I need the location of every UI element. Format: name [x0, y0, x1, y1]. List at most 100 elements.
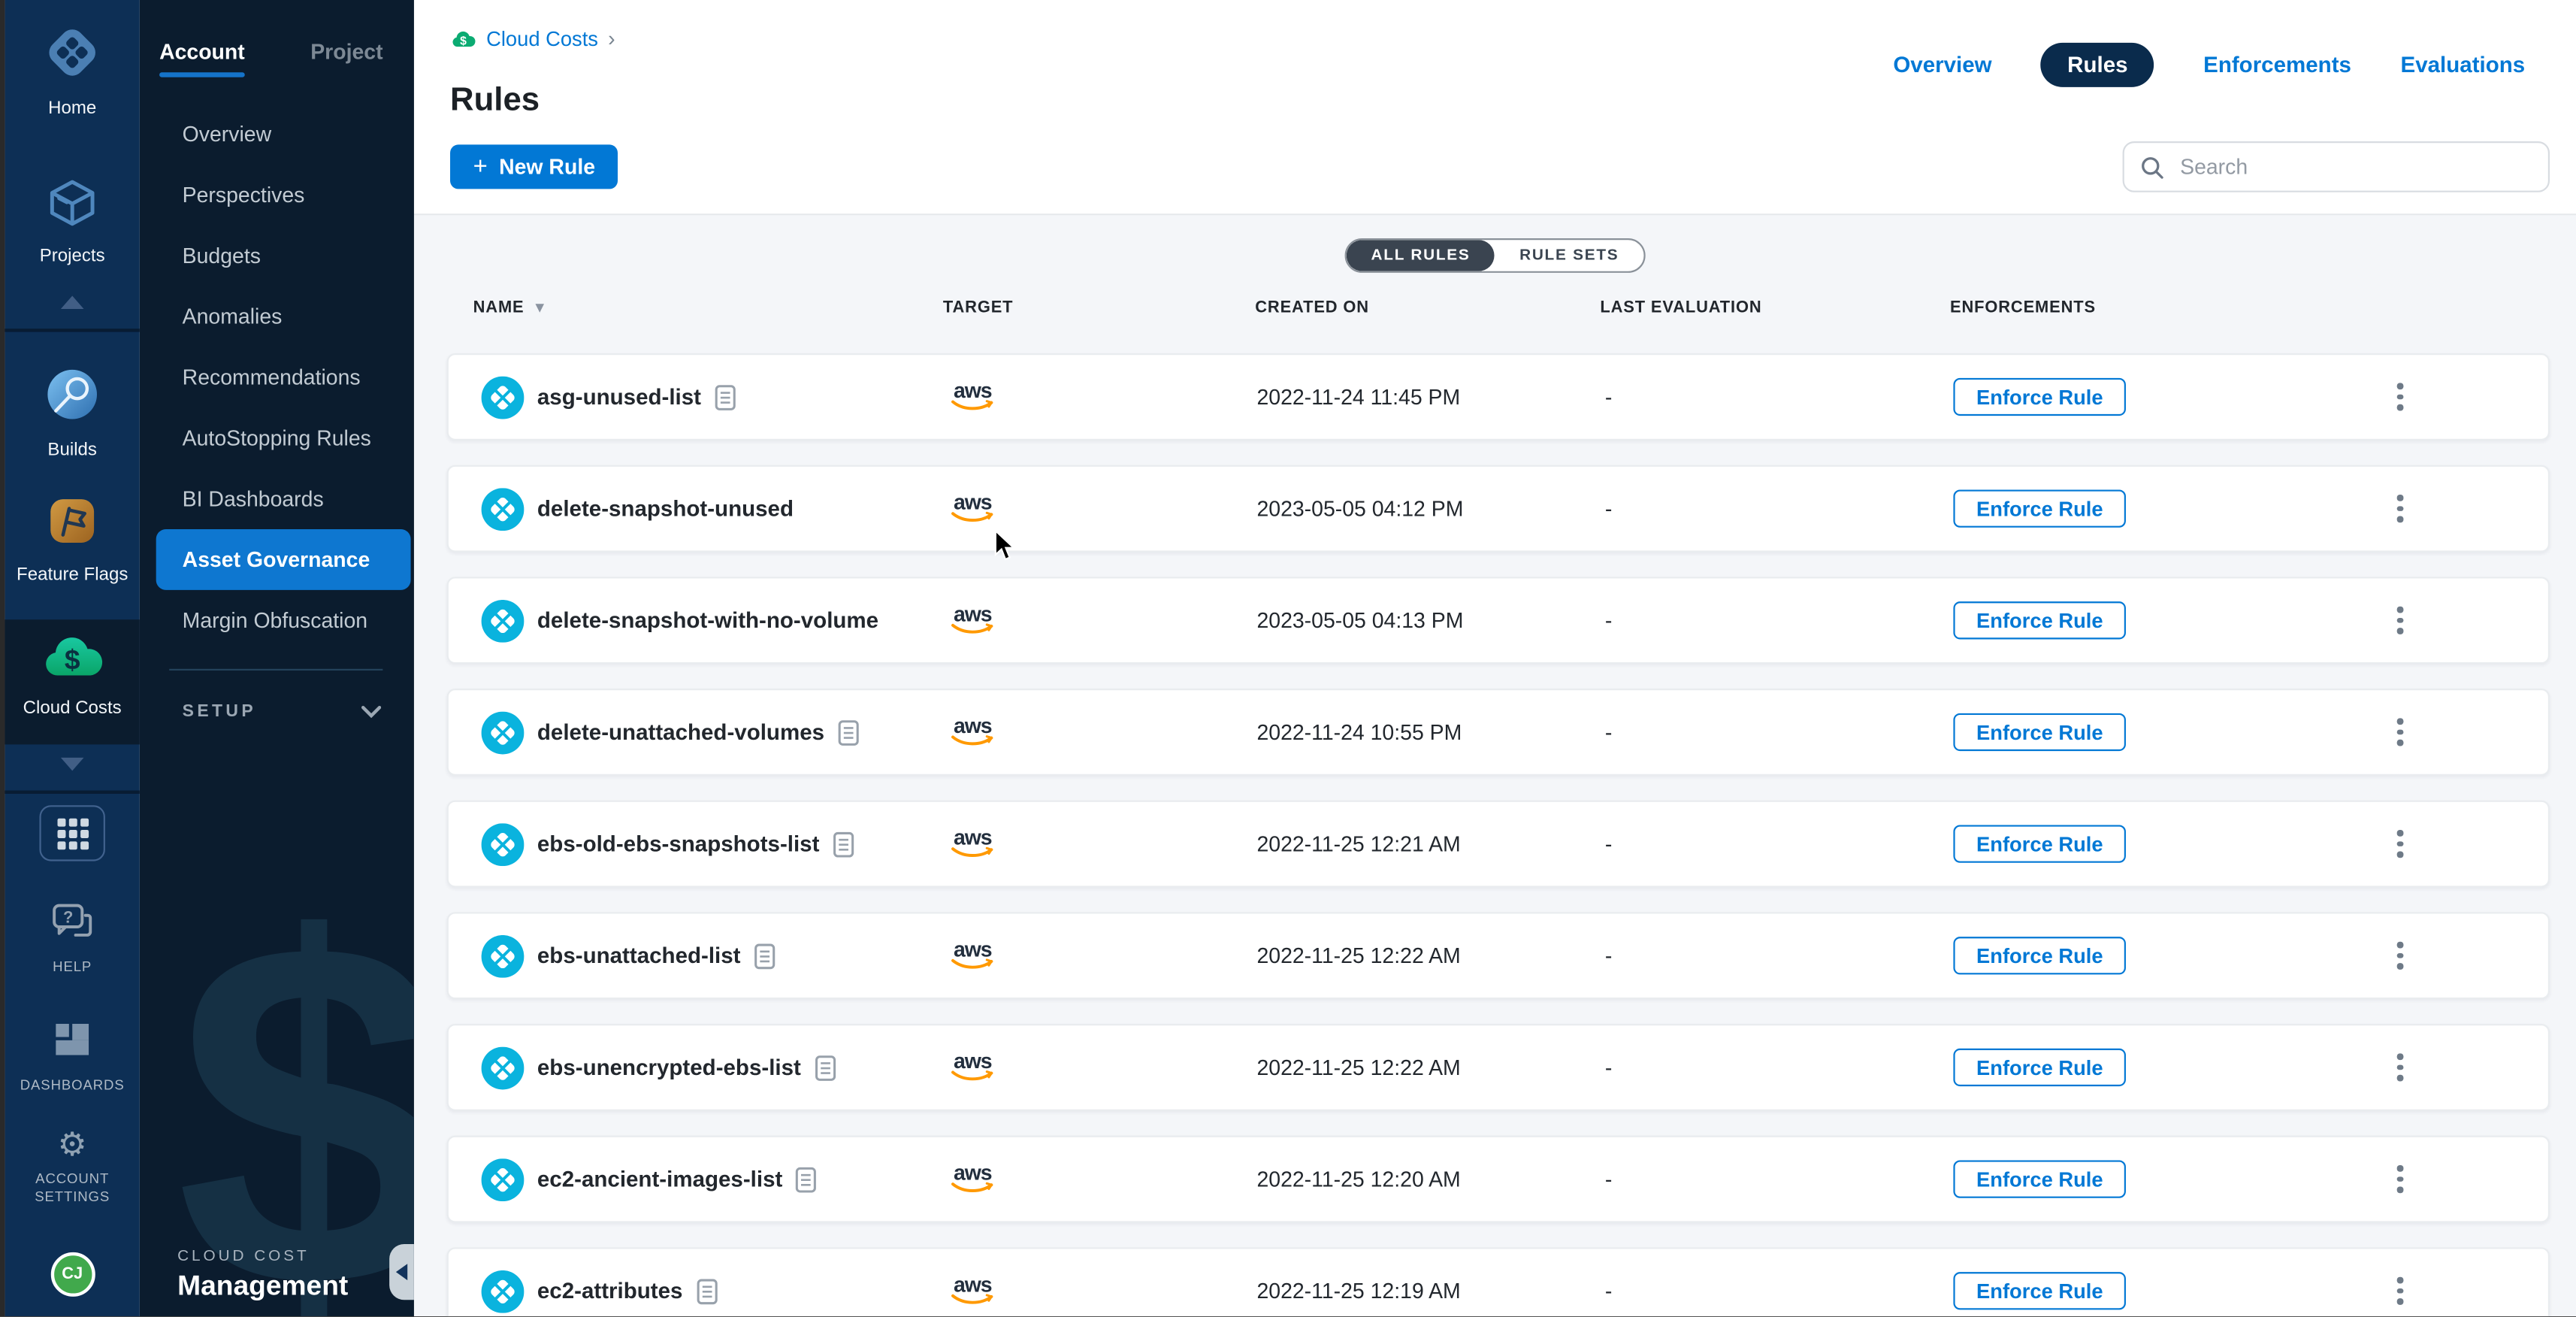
table-header-row: NAME▼ TARGET CREATED ON LAST EVALUATION …: [414, 299, 2576, 322]
enforce-rule-button[interactable]: Enforce Rule: [1953, 601, 2126, 639]
feature-flags-icon: [44, 493, 100, 549]
kebab-menu-icon[interactable]: [2390, 601, 2409, 641]
setup-section-toggle[interactable]: SETUP: [183, 702, 382, 722]
new-rule-button[interactable]: + New Rule: [450, 144, 618, 189]
rule-harness-icon: [482, 487, 525, 530]
rule-name[interactable]: ebs-unencrypted-ebs-list: [537, 1055, 801, 1080]
breadcrumb-link-cloud-costs[interactable]: Cloud Costs: [486, 27, 598, 50]
module-nav-item-label: Perspectives: [183, 183, 305, 207]
rule-row[interactable]: ebs-unencrypted-ebs-list aws 2022-11-25 …: [447, 1024, 2550, 1111]
enforce-rule-button[interactable]: Enforce Rule: [1953, 1160, 2126, 1197]
tab-enforcements[interactable]: Enforcements: [2203, 52, 2351, 77]
rule-enforce-cell: Enforce Rule: [1953, 1249, 2126, 1317]
kebab-menu-icon[interactable]: [2390, 936, 2409, 976]
tab-evaluations[interactable]: Evaluations: [2401, 52, 2526, 77]
kebab-menu-icon[interactable]: [2390, 1047, 2409, 1088]
aws-logo-text: aws: [954, 606, 991, 622]
rule-description-icon[interactable]: [838, 719, 859, 745]
rule-description-icon[interactable]: [796, 1166, 817, 1192]
tab-overview[interactable]: Overview: [1893, 52, 1991, 77]
rule-row[interactable]: delete-snapshot-unused aws 2023-05-05 04…: [447, 465, 2550, 553]
toggle-all-rules[interactable]: ALL RULES: [1347, 240, 1495, 271]
rail-collapse-up[interactable]: [5, 296, 140, 309]
search-input[interactable]: [2177, 153, 2532, 180]
rule-name-cell: asg-unused-list: [537, 355, 736, 438]
kebab-menu-icon[interactable]: [2390, 824, 2409, 864]
rule-name[interactable]: ec2-ancient-images-list: [537, 1167, 782, 1191]
rule-created-on: 2022-11-25 12:19 AM: [1256, 1249, 1460, 1317]
rule-description-icon[interactable]: [714, 383, 735, 410]
rule-name[interactable]: ebs-old-ebs-snapshots-list: [537, 831, 820, 856]
kebab-menu-icon[interactable]: [2390, 1159, 2409, 1200]
module-nav-item-asset-governance[interactable]: Asset Governance: [156, 529, 411, 590]
rule-created-on: 2022-11-25 12:20 AM: [1256, 1137, 1460, 1221]
sidebar-item-help[interactable]: ? HELP: [5, 902, 140, 976]
module-nav-item-anomalies[interactable]: Anomalies: [140, 286, 414, 347]
sidebar-collapse-handle[interactable]: [389, 1244, 414, 1300]
module-nav-item-label: Budgets: [183, 244, 261, 268]
module-nav-item-bi-dashboards[interactable]: BI Dashboards: [140, 468, 414, 529]
rule-name[interactable]: ebs-unattached-list: [537, 943, 741, 968]
enforce-rule-button[interactable]: Enforce Rule: [1953, 825, 2126, 862]
module-nav-item-margin-obfuscation[interactable]: Margin Obfuscation: [140, 590, 414, 651]
rule-row[interactable]: delete-snapshot-with-no-volume aws 2023-…: [447, 577, 2550, 664]
rule-description-icon[interactable]: [754, 943, 775, 969]
sidebar-item-home[interactable]: Home: [5, 23, 140, 119]
tab-account[interactable]: Account: [159, 39, 245, 77]
rule-name-cell: ec2-ancient-images-list: [537, 1137, 817, 1221]
rule-name[interactable]: asg-unused-list: [537, 385, 701, 410]
rail-collapse-down[interactable]: [5, 758, 140, 771]
kebab-menu-icon[interactable]: [2390, 712, 2409, 752]
dashboards-icon: [53, 1021, 92, 1060]
rule-description-icon[interactable]: [696, 1278, 717, 1304]
enforce-rule-button[interactable]: Enforce Rule: [1953, 378, 2126, 416]
rule-name[interactable]: ec2-attributes: [537, 1279, 683, 1303]
rule-created-on: 2022-11-24 11:45 PM: [1256, 355, 1460, 438]
kebab-menu-icon[interactable]: [2390, 489, 2409, 529]
breadcrumb-separator: ›: [608, 26, 615, 51]
module-nav-item-budgets[interactable]: Budgets: [140, 226, 414, 286]
rule-name-cell: ec2-attributes: [537, 1249, 717, 1317]
rule-name[interactable]: delete-snapshot-with-no-volume: [537, 608, 878, 633]
enforce-rule-button[interactable]: Enforce Rule: [1953, 1049, 2126, 1086]
enforce-rule-button[interactable]: Enforce Rule: [1953, 489, 2126, 527]
enforce-rule-button[interactable]: Enforce Rule: [1953, 1272, 2126, 1309]
rule-description-icon[interactable]: [833, 831, 854, 857]
module-nav-item-recommendations[interactable]: Recommendations: [140, 347, 414, 407]
sidebar-item-feature-flags[interactable]: Feature Flags: [5, 493, 140, 585]
user-avatar[interactable]: CJ: [5, 1252, 140, 1297]
rule-row[interactable]: delete-unattached-volumes aws 2022-11-24…: [447, 689, 2550, 776]
tab-rules[interactable]: Rules: [2041, 42, 2154, 86]
module-nav-item-overview[interactable]: Overview: [140, 104, 414, 165]
gear-icon: ⚙: [5, 1129, 140, 1162]
rule-name[interactable]: delete-unattached-volumes: [537, 720, 824, 745]
sidebar-item-projects[interactable]: Projects: [5, 174, 140, 266]
enforce-rule-button[interactable]: Enforce Rule: [1953, 937, 2126, 974]
kebab-menu-icon[interactable]: [2390, 1270, 2409, 1311]
rule-row[interactable]: asg-unused-list aws 2022-11-24 11:45 PM …: [447, 353, 2550, 441]
enforce-rule-button[interactable]: Enforce Rule: [1953, 713, 2126, 751]
tab-project[interactable]: Project: [310, 39, 382, 77]
rule-icon-wrap: [482, 802, 525, 886]
sidebar-item-dashboards[interactable]: DASHBOARDS: [5, 1021, 140, 1094]
toggle-rule-sets[interactable]: RULE SETS: [1495, 240, 1643, 271]
module-picker-button[interactable]: [5, 805, 140, 861]
rule-name[interactable]: delete-snapshot-unused: [537, 496, 794, 521]
sidebar-item-account-settings[interactable]: ⚙ ACCOUNT SETTINGS: [5, 1129, 140, 1206]
sidebar-item-cloud-costs[interactable]: $ Cloud Costs: [5, 633, 140, 719]
rule-row[interactable]: ebs-old-ebs-snapshots-list aws 2022-11-2…: [447, 801, 2550, 888]
module-nav-item-perspectives[interactable]: Perspectives: [140, 165, 414, 226]
column-header-name[interactable]: NAME▼: [473, 299, 548, 317]
module-nav-item-autostopping-rules[interactable]: AutoStopping Rules: [140, 407, 414, 468]
column-header-last-evaluation: LAST EVALUATION: [1600, 299, 1761, 317]
sidebar-item-label: DASHBOARDS: [5, 1076, 140, 1094]
rule-row[interactable]: ec2-attributes aws 2022-11-25 12:19 AM -…: [447, 1247, 2550, 1316]
rule-description-icon[interactable]: [814, 1054, 835, 1080]
menu-divider: [169, 669, 382, 671]
rule-last-evaluation: -: [1605, 690, 1612, 774]
sidebar-item-builds[interactable]: Builds: [5, 365, 140, 460]
rule-row[interactable]: ec2-ancient-images-list aws 2022-11-25 1…: [447, 1136, 2550, 1223]
rule-row[interactable]: ebs-unattached-list aws 2022-11-25 12:22…: [447, 912, 2550, 999]
rule-enforce-cell: Enforce Rule: [1953, 690, 2126, 774]
kebab-menu-icon[interactable]: [2390, 377, 2409, 417]
